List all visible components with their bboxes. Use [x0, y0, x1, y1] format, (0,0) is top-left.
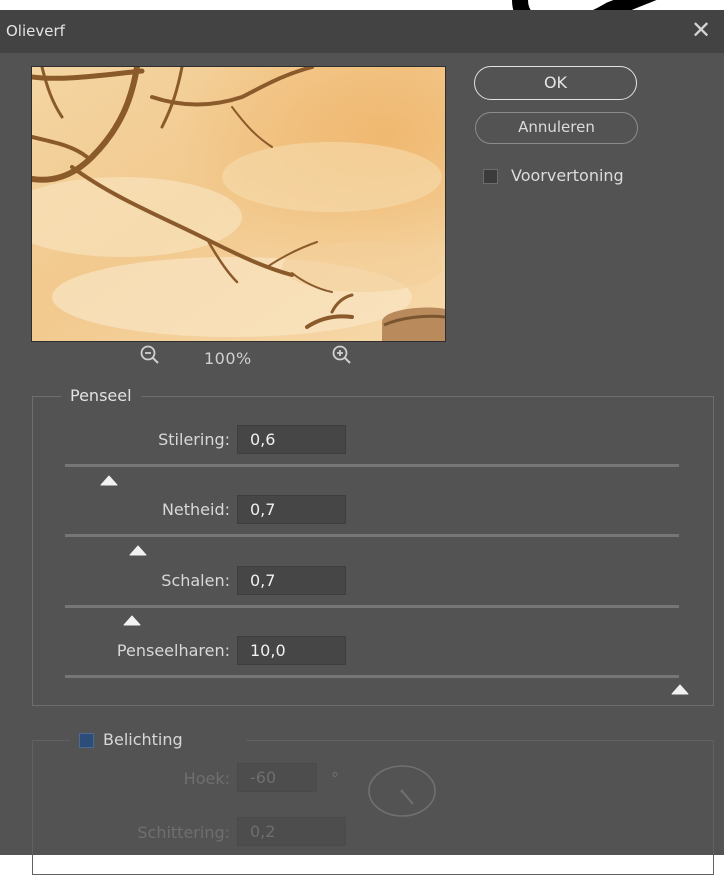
angle-dial[interactable] — [365, 762, 439, 820]
zoom-in-icon[interactable] — [330, 343, 354, 367]
preview-image[interactable] — [31, 66, 446, 342]
title-bar: Olieverf ✕ — [0, 10, 724, 53]
cancel-button[interactable]: Annuleren — [475, 112, 638, 144]
preview-checkbox-label: Voorvertoning — [511, 166, 624, 185]
shine-label: Schittering: — [137, 823, 230, 842]
zoom-level: 100% — [204, 349, 252, 368]
degree-symbol: ° — [331, 769, 339, 788]
lighting-legend: Belichting — [103, 730, 183, 749]
angle-label: Hoek: — [183, 769, 230, 788]
cleanliness-slider-track[interactable] — [65, 534, 679, 537]
brush-group-legend: Penseel — [61, 386, 141, 405]
scale-slider-track[interactable] — [65, 605, 679, 608]
ok-button[interactable]: OK — [474, 66, 637, 100]
stylization-field[interactable]: 0,6 — [237, 425, 346, 454]
preview-checkbox[interactable] — [483, 169, 498, 184]
shine-field[interactable]: 0,2 — [237, 817, 346, 846]
angle-field[interactable]: -60 — [237, 763, 317, 792]
cleanliness-field[interactable]: 0,7 — [237, 495, 346, 524]
zoom-out-icon[interactable] — [138, 343, 162, 367]
close-icon[interactable]: ✕ — [691, 16, 711, 44]
lighting-checkbox[interactable] — [79, 733, 94, 748]
scale-label: Schalen: — [161, 571, 230, 590]
dialog-title: Olieverf — [6, 22, 65, 40]
stylization-slider-thumb[interactable] — [100, 474, 118, 486]
bristle-detail-slider-thumb[interactable] — [671, 683, 689, 695]
scale-slider-thumb[interactable] — [123, 614, 141, 626]
stylization-label: Stilering: — [158, 430, 230, 449]
cleanliness-label: Netheid: — [161, 500, 230, 519]
cleanliness-slider-thumb[interactable] — [129, 544, 147, 556]
scale-field[interactable]: 0,7 — [237, 566, 346, 595]
stylization-slider-track[interactable] — [65, 464, 679, 467]
oil-paint-dialog: Olieverf ✕ 100% OK Annuleren Voorvertoni… — [0, 10, 724, 875]
bristle-detail-slider-track[interactable] — [65, 675, 679, 678]
bristle-detail-label: Penseelharen: — [116, 641, 230, 660]
sky-branches-image — [32, 67, 445, 341]
bristle-detail-field[interactable]: 10,0 — [237, 636, 346, 665]
